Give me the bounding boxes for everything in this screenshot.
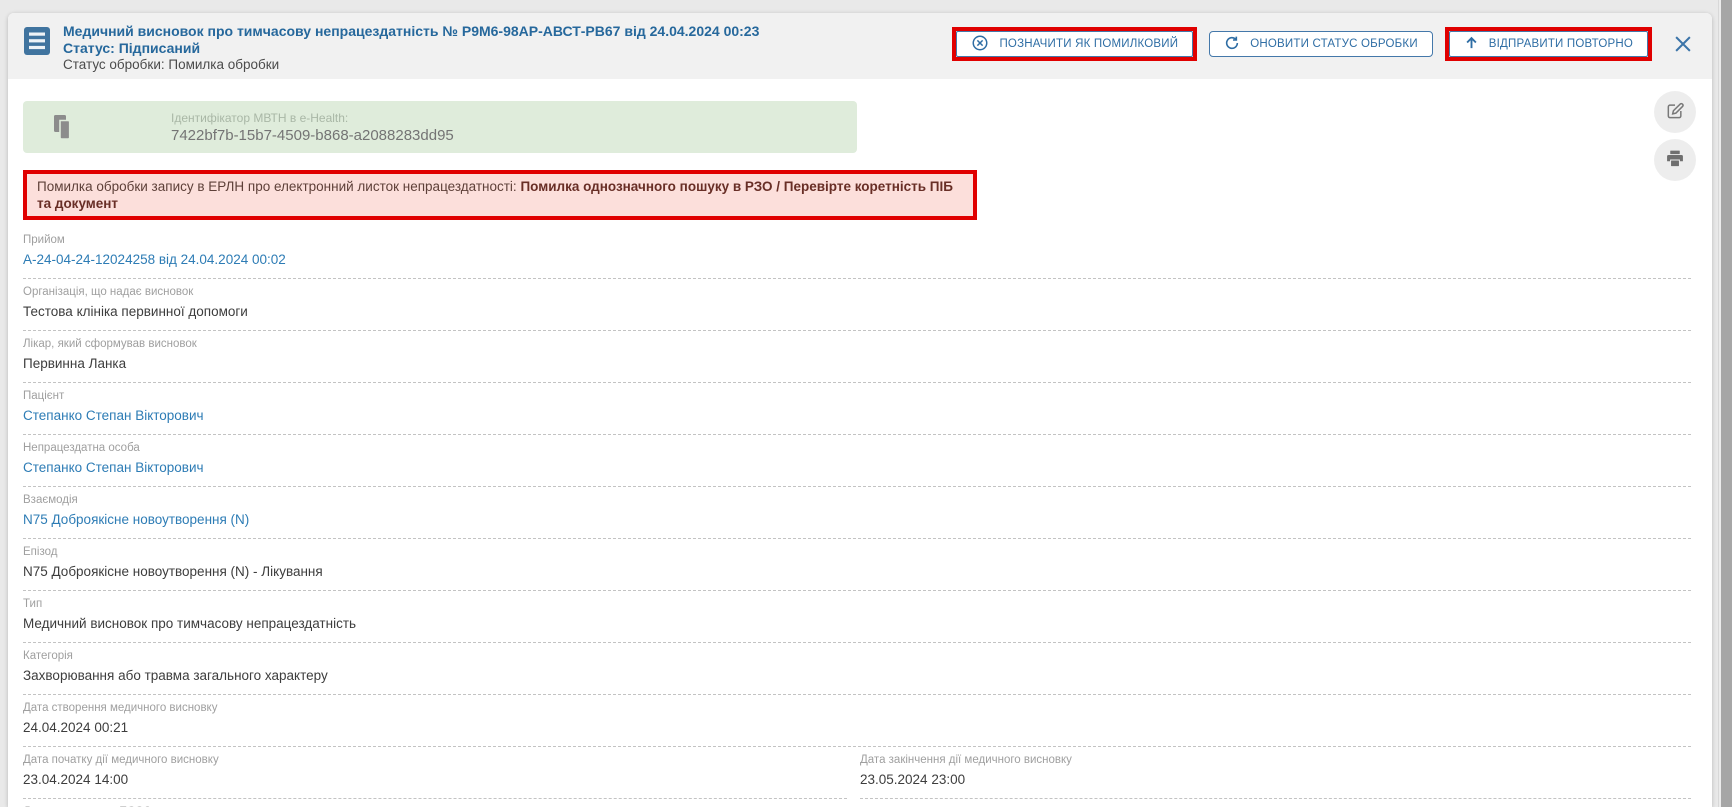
error-text: Помилка обробки запису в ЕРЛН про електр… xyxy=(37,179,520,194)
identifier-value: 7422bf7b-15b7-4509-b868-a2088283dd95 xyxy=(171,127,454,144)
identifier-label: Ідентифікатор МВТН в e-Health: xyxy=(171,111,454,125)
field-label: Дата створення медичного висновку xyxy=(23,702,1691,715)
incapacitated-person-link[interactable]: Степанко Степан Вікторович xyxy=(23,459,1691,476)
page-title: Медичний висновок про тимчасову непрацез… xyxy=(63,23,759,39)
update-status-label: ОНОВИТИ СТАТУС ОБРОБКИ xyxy=(1250,38,1418,50)
field-value: N75 Доброякісне новоутворення (N) - Ліку… xyxy=(23,563,1691,580)
field-label: Пацієнт xyxy=(23,390,1691,403)
field-label: Лікар, який сформував висновок xyxy=(23,338,1691,351)
vertical-scrollbar[interactable] xyxy=(1718,0,1732,807)
arrow-up-icon xyxy=(1464,35,1479,53)
header-text: Медичний висновок про тимчасову непрацез… xyxy=(63,23,759,73)
field-value: Захворювання або травма загального харак… xyxy=(23,667,1691,684)
appointment-link[interactable]: А-24-04-24-12024258 від 24.04.2024 00:02 xyxy=(23,251,1691,268)
field-label: Взаємодія xyxy=(23,494,1691,507)
header-actions: ПОЗНАЧИТИ ЯК ПОМИЛКОВИЙ ОНОВИТИ СТАТУС О… xyxy=(952,27,1696,61)
field-list: Прийом А-24-04-24-12024258 від 24.04.202… xyxy=(23,227,1691,807)
field-label: Епізод xyxy=(23,546,1691,559)
ehealth-identifier-box: Ідентифікатор МВТН в e-Health: 7422bf7b-… xyxy=(23,101,857,153)
update-processing-status-button[interactable]: ОНОВИТИ СТАТУС ОБРОБКИ xyxy=(1209,31,1433,57)
x-circle-icon xyxy=(971,34,989,55)
field-row-validity-dates: Дата початку дії медичного висновку 23.0… xyxy=(23,747,1691,799)
identifier-text-group: Ідентифікатор МВТН в e-Health: 7422bf7b-… xyxy=(171,111,454,144)
field-row-episode: Епізод N75 Доброякісне новоутворення (N)… xyxy=(23,539,1691,591)
panel-header: Медичний висновок про тимчасову непрацез… xyxy=(8,13,1712,79)
panel-body: Ідентифікатор МВТН в e-Health: 7422bf7b-… xyxy=(8,101,1712,807)
resend-label: ВІДПРАВИТИ ПОВТОРНО xyxy=(1489,38,1633,50)
field-row-organization: Організація, що надає висновок Тестова к… xyxy=(23,279,1691,331)
processing-status-text: Статус обробки: Помилка обробки xyxy=(63,57,759,73)
field-row-category: Категорія Захворювання або травма загаль… xyxy=(23,643,1691,695)
red-highlight-box-1: ПОЗНАЧИТИ ЯК ПОМИЛКОВИЙ xyxy=(952,27,1197,61)
field-row-interaction: Взаємодія N75 Доброякісне новоутворення … xyxy=(23,487,1691,539)
field-label: Тип xyxy=(23,598,1691,611)
edit-pencil-icon xyxy=(1665,101,1685,124)
field-value: 23.04.2024 14:00 xyxy=(23,771,847,788)
status-text: Статус: Підписаний xyxy=(63,40,759,56)
field-label: Організація, що надає висновок xyxy=(23,286,1691,299)
field-value: Первинна Ланка xyxy=(23,355,1691,372)
processing-error-banner: Помилка обробки запису в ЕРЛН про електр… xyxy=(23,170,977,220)
field-label: Дата початку дії медичного висновку xyxy=(23,754,847,767)
field-row-creation-date: Дата створення медичного висновку 24.04.… xyxy=(23,695,1691,747)
field-row-esoz-creation-date: Дата створення в ЕСОЗ 24.04.2024 00:23 xyxy=(23,799,1691,807)
red-highlight-box-2: ВІДПРАВИТИ ПОВТОРНО xyxy=(1445,27,1652,61)
close-button[interactable] xyxy=(1670,31,1696,57)
edit-fab-button[interactable] xyxy=(1654,91,1696,133)
field-label: Непрацездатна особа xyxy=(23,442,1691,455)
field-label: Дата закінчення дії медичного висновку xyxy=(860,754,1691,767)
document-lines-icon xyxy=(24,27,50,73)
mark-erroneous-label: ПОЗНАЧИТИ ЯК ПОМИЛКОВИЙ xyxy=(999,38,1178,50)
field-row-type: Тип Медичний висновок про тимчасову непр… xyxy=(23,591,1691,643)
field-label: Прийом xyxy=(23,234,1691,247)
field-value: Медичний висновок про тимчасову непрацез… xyxy=(23,615,1691,632)
scrollbar-thumb[interactable] xyxy=(1721,0,1732,807)
refresh-icon xyxy=(1224,35,1240,54)
field-label: Категорія xyxy=(23,650,1691,663)
field-row-end-date: Дата закінчення дії медичного висновку 2… xyxy=(860,747,1691,799)
field-row-start-date: Дата початку дії медичного висновку 23.0… xyxy=(23,747,847,799)
print-fab-button[interactable] xyxy=(1654,139,1696,181)
copy-icon[interactable] xyxy=(53,114,75,140)
field-value: 24.04.2024 00:21 xyxy=(23,719,1691,736)
header-title-group: Медичний висновок про тимчасову непрацез… xyxy=(24,23,759,73)
field-value: 23.05.2024 23:00 xyxy=(860,771,1691,788)
resend-button[interactable]: ВІДПРАВИТИ ПОВТОРНО xyxy=(1449,31,1648,57)
field-row-patient: Пацієнт Степанко Степан Вікторович xyxy=(23,383,1691,435)
printer-icon xyxy=(1665,149,1685,171)
field-value: Тестова клініка первинної допомоги xyxy=(23,303,1691,320)
field-row-appointment: Прийом А-24-04-24-12024258 від 24.04.202… xyxy=(23,227,1691,279)
field-row-incapacitated-person: Непрацездатна особа Степанко Степан Вікт… xyxy=(23,435,1691,487)
patient-link[interactable]: Степанко Степан Вікторович xyxy=(23,407,1691,424)
interaction-link[interactable]: N75 Доброякісне новоутворення (N) xyxy=(23,511,1691,528)
medical-conclusion-panel: Медичний висновок про тимчасову непрацез… xyxy=(8,13,1712,807)
field-row-doctor: Лікар, який сформував висновок Первинна … xyxy=(23,331,1691,383)
mark-erroneous-button[interactable]: ПОЗНАЧИТИ ЯК ПОМИЛКОВИЙ xyxy=(956,31,1193,57)
x-icon xyxy=(1672,43,1694,58)
